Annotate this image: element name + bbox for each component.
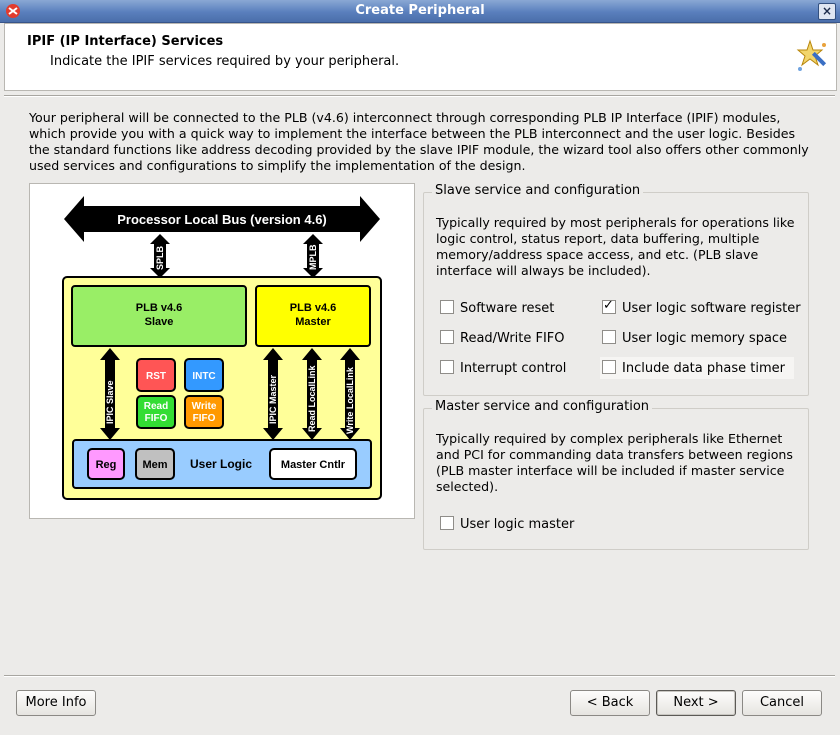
include-data-phase-timer-box[interactable]	[602, 360, 616, 374]
close-window-button[interactable]: ×	[818, 3, 836, 20]
master-block-line1: PLB v4.6	[290, 302, 336, 314]
user-logic-master-label: User logic master	[460, 517, 575, 532]
ipic-master-label: IPIC Master	[268, 374, 278, 424]
write-fifo-line1: Write	[192, 401, 217, 412]
slave-group-title: Slave service and configuration	[432, 183, 644, 198]
intro-text: Your peripheral will be connected to the…	[29, 110, 809, 173]
user-logic-master-checkbox[interactable]: User logic master	[440, 516, 574, 532]
mem-label: Mem	[142, 459, 167, 471]
read-write-fifo-checkbox[interactable]: Read/Write FIFO	[440, 330, 565, 346]
user-logic-software-register-label: User logic software register	[622, 301, 801, 316]
next-button[interactable]: Next >	[656, 690, 736, 716]
write-locallink-label: Write LocalLink	[345, 366, 355, 434]
slave-block-line2: Slave	[145, 316, 174, 328]
user-logic-software-register-box[interactable]	[602, 298, 616, 314]
interrupt-control-checkbox[interactable]: Interrupt control	[440, 360, 566, 376]
read-locallink-label: Read LocalLink	[307, 364, 317, 432]
window-titlebar: Create Peripheral ×	[0, 0, 840, 23]
master-block-line2: Master	[295, 316, 331, 328]
back-button[interactable]: < Back	[570, 690, 650, 716]
slave-group-description: Typically required by most peripherals f…	[436, 215, 795, 278]
software-reset-box[interactable]	[440, 300, 454, 314]
write-fifo-line2: FIFO	[193, 413, 216, 424]
user-logic-memory-space-checkbox[interactable]: User logic memory space	[602, 330, 787, 346]
master-group-title: Master service and configuration	[432, 399, 653, 414]
read-fifo-line2: FIFO	[145, 413, 168, 424]
page-subtitle: Indicate the IPIF services required by y…	[50, 54, 400, 69]
read-fifo-line1: Read	[144, 401, 168, 412]
master-cntlr-label: Master Cntlr	[281, 459, 346, 471]
read-write-fifo-label: Read/Write FIFO	[460, 331, 565, 346]
mplb-label: MPLB	[308, 244, 318, 270]
rst-label: RST	[146, 371, 166, 382]
footer-separator	[4, 675, 835, 677]
cancel-button[interactable]: Cancel	[742, 690, 822, 716]
ipif-diagram: Processor Local Bus (version 4.6) SPLB M…	[29, 183, 415, 519]
user-logic-memory-space-box[interactable]	[602, 330, 616, 344]
reg-label: Reg	[96, 459, 117, 471]
wizard-header: IPIF (IP Interface) Services Indicate th…	[4, 23, 837, 91]
ipif-diagram-svg: Processor Local Bus (version 4.6) SPLB M…	[62, 196, 382, 500]
bus-label: Processor Local Bus (version 4.6)	[117, 212, 327, 227]
header-separator	[4, 95, 835, 97]
interrupt-control-label: Interrupt control	[460, 361, 567, 376]
user-logic-label: User Logic	[190, 457, 252, 471]
slave-service-group: Slave service and configuration Typicall…	[423, 183, 809, 396]
splb-label: SPLB	[155, 245, 165, 270]
include-data-phase-timer-label: Include data phase timer	[622, 361, 785, 376]
master-service-group: Master service and configuration Typical…	[423, 399, 809, 550]
user-logic-master-box[interactable]	[440, 516, 454, 530]
wizard-magic-icon	[796, 39, 827, 71]
user-logic-software-register-checkbox[interactable]: User logic software register	[602, 298, 801, 316]
page-title: IPIF (IP Interface) Services	[27, 34, 224, 49]
ipic-slave-label: IPIC Slave	[105, 380, 115, 424]
include-data-phase-timer-checkbox[interactable]: Include data phase timer	[600, 357, 794, 379]
interrupt-control-box[interactable]	[440, 360, 454, 374]
user-logic-memory-space-label: User logic memory space	[622, 331, 788, 346]
master-group-description: Typically required by complex peripheral…	[436, 431, 793, 494]
slave-block-line1: PLB v4.6	[136, 302, 182, 314]
read-write-fifo-box[interactable]	[440, 330, 454, 344]
more-info-button[interactable]: More Info	[16, 690, 96, 716]
intc-label: INTC	[192, 371, 215, 382]
software-reset-checkbox[interactable]: Software reset	[440, 300, 554, 316]
window-title: Create Peripheral	[355, 3, 485, 18]
software-reset-label: Software reset	[460, 301, 555, 316]
